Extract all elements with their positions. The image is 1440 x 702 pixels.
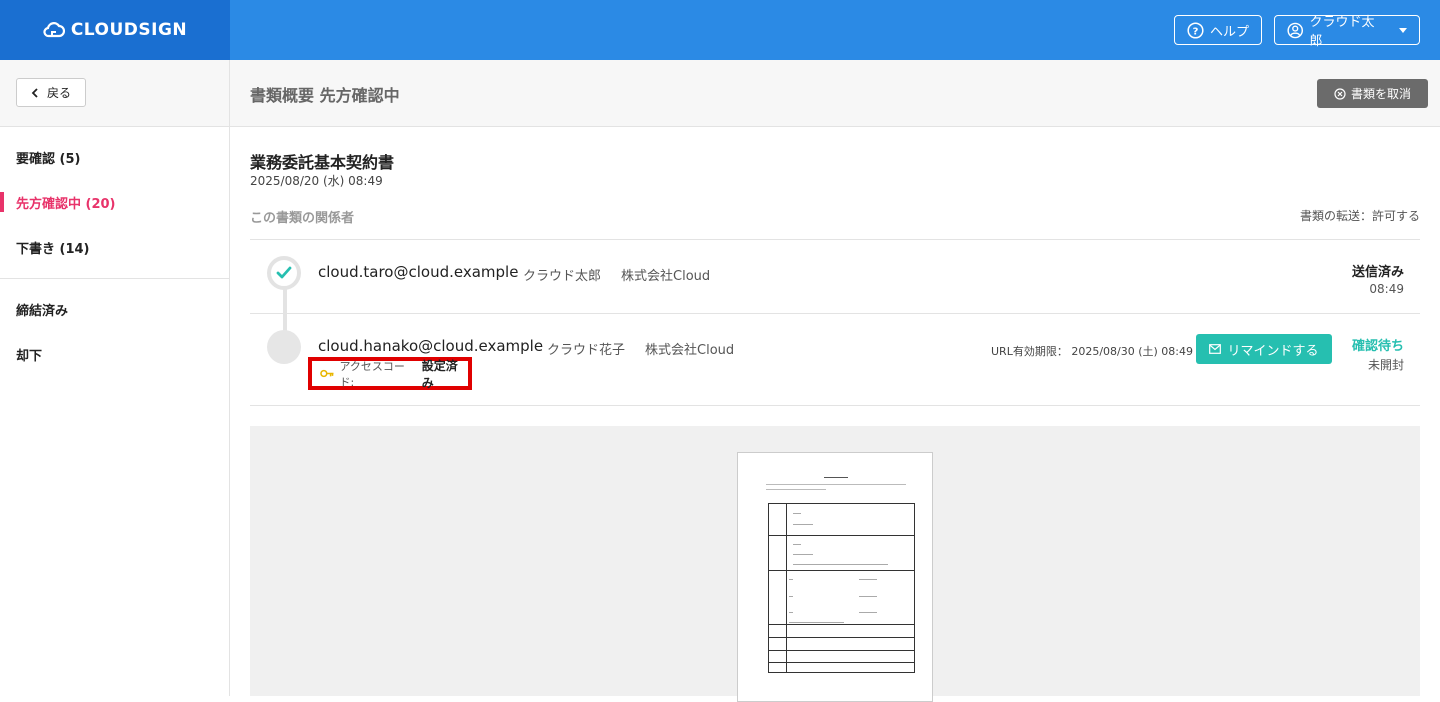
thumbnail-title-line [824, 477, 848, 478]
cloudsign-logo[interactable]: CLOUDSIGN [0, 0, 230, 60]
top-navigation-bar: CLOUDSIGN ? ヘルプ クラウド太郎 [0, 0, 1440, 60]
party-email: cloud.hanako@cloud.example [318, 337, 544, 355]
remind-button[interactable]: リマインドする [1196, 334, 1332, 364]
key-icon [320, 369, 334, 378]
transfer-setting: 書類の転送：許可する [1299, 209, 1420, 223]
document-date: 2025/08/20 (水) 08:49 [250, 174, 383, 188]
remind-label: リマインドする [1227, 343, 1319, 359]
chevron-down-icon [1399, 27, 1407, 33]
status-label: 送信済み [1351, 265, 1404, 280]
status-time: 08:49 [1369, 282, 1404, 296]
mail-icon [1209, 344, 1222, 354]
access-code-highlight: アクセスコード: 設定済み [308, 357, 472, 390]
party-email: cloud.taro@cloud.example [318, 263, 519, 281]
thumbnail-cell-text [789, 596, 793, 597]
access-code-label: アクセスコード: [339, 359, 405, 389]
thumbnail-table-row [769, 662, 914, 663]
sidebar-item-label: 却下 [16, 348, 43, 364]
thumbnail-cell-text [789, 622, 844, 623]
thumbnail-table-row [769, 650, 914, 651]
page-header: 戻る 書類概要 先方確認中 書類を取消 [0, 60, 1440, 127]
svg-text:?: ? [1193, 26, 1199, 37]
divider [250, 313, 1420, 314]
status-sub: 未開封 [1367, 358, 1404, 372]
party-status: 確認待ち 未開封 [1352, 335, 1404, 373]
party-name: クラウド花子 [547, 343, 626, 358]
thumbnail-cell-text [859, 596, 877, 597]
status-label: 確認待ち [1351, 339, 1404, 354]
user-name: クラウド太郎 [1309, 15, 1375, 49]
divider [250, 405, 1420, 406]
thumbnail-cell-text [793, 524, 813, 525]
back-button[interactable]: 戻る [16, 78, 86, 107]
sidebar-divider [0, 278, 229, 279]
cloud-logo-icon [43, 22, 65, 38]
thumbnail-cell-text [793, 564, 888, 565]
check-icon [276, 266, 292, 279]
back-label: 戻る [46, 86, 71, 100]
user-menu-button[interactable]: クラウド太郎 [1274, 15, 1420, 49]
help-icon: ? [1187, 21, 1204, 39]
thumbnail-text-line [766, 484, 906, 485]
thumbnail-cell-text [859, 579, 877, 580]
page-title: 書類概要 先方確認中 [250, 86, 400, 105]
pending-status-dot [267, 330, 301, 364]
divider [250, 239, 1420, 240]
help-button[interactable]: ? ヘルプ [1174, 15, 1262, 45]
logo-text: CLOUDSIGN [70, 20, 188, 40]
party-company: 株式会社Cloud [621, 269, 711, 284]
parties-heading: この書類の関係者 [250, 211, 355, 226]
document-preview [250, 426, 1420, 702]
access-code-value: 設定済み [421, 358, 458, 390]
cancel-label: 書類を取消 [1350, 87, 1411, 101]
document-title: 業務委託基本契約書 [250, 153, 395, 172]
party-status: 送信済み 08:49 [1352, 261, 1404, 296]
cancel-document-button[interactable]: 書類を取消 [1317, 79, 1428, 108]
help-label: ヘルプ [1210, 24, 1250, 40]
thumbnail-table-column [786, 504, 787, 672]
thumbnail-cell-text [793, 544, 801, 545]
party-company: 株式会社Cloud [645, 343, 735, 358]
user-avatar-icon [1287, 22, 1304, 38]
document-page-thumbnail[interactable] [737, 452, 933, 702]
sidebar-item-drafts[interactable]: 下書き (14) [0, 225, 229, 269]
sidebar-item-concluded[interactable]: 締結済み [0, 287, 229, 331]
thumbnail-cell-text [789, 612, 793, 613]
thumbnail-text-line [766, 489, 826, 490]
thumbnail-cell-text [793, 513, 801, 514]
thumbnail-table-row [769, 637, 914, 638]
sidebar-item-needs-confirmation[interactable]: 要確認 (5) [0, 135, 229, 179]
url-expiry: URL有効期限： 2025/08/30 (土) 08:49 [991, 345, 1193, 358]
sidebar-item-rejected[interactable]: 却下 [0, 332, 229, 376]
thumbnail-table [768, 503, 915, 673]
party-name: クラウド太郎 [523, 269, 602, 284]
chevron-left-icon [31, 87, 38, 98]
thumbnail-cell-text [789, 579, 793, 580]
thumbnail-table-row [769, 535, 914, 536]
thumbnail-cell-text [793, 554, 813, 555]
page-header-left: 戻る [0, 60, 230, 126]
thumbnail-table-row [769, 570, 914, 571]
thumbnail-table-row [769, 624, 914, 625]
sidebar-item-awaiting-partner[interactable]: 先方確認中 (20) [0, 180, 229, 224]
sidebar-item-label: 要確認 (5) [16, 151, 81, 167]
sidebar-item-label: 締結済み [16, 303, 69, 319]
sent-check-icon [267, 256, 301, 290]
close-circle-icon [1334, 87, 1346, 100]
thumbnail-cell-text [859, 612, 877, 613]
sidebar-item-label: 下書き (14) [16, 241, 90, 257]
sidebar-item-label: 先方確認中 (20) [16, 196, 116, 212]
sidebar: 要確認 (5) 先方確認中 (20) 下書き (14) 締結済み 却下 [0, 127, 230, 696]
